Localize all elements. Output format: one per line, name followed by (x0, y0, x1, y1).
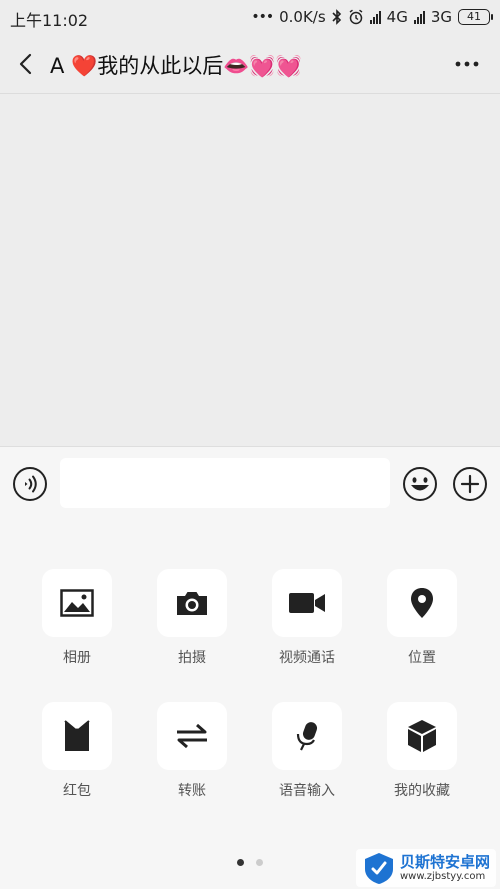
voice-input-button[interactable]: 语音输入 (257, 702, 357, 800)
tile-box (157, 702, 227, 770)
page-dot (256, 859, 263, 866)
watermark: 贝斯特安卓网 www.zjbstyy.com (355, 849, 496, 887)
input-bar (0, 446, 500, 520)
more-icon[interactable] (452, 50, 482, 78)
tile-box (272, 702, 342, 770)
tile-label: 视频通话 (279, 650, 335, 666)
chat-header: A ❤️我的从此以后👄💓💓 (0, 36, 500, 94)
plus-icon[interactable] (452, 466, 488, 502)
favorites-button[interactable]: 我的收藏 (372, 702, 472, 800)
watermark-url: www.zjbstyy.com (399, 870, 486, 882)
photo-album-button[interactable]: 相册 (27, 569, 127, 667)
tile-box (387, 569, 457, 637)
tile-label: 拍摄 (178, 650, 206, 666)
chat-title: A ❤️我的从此以后👄💓💓 (50, 54, 302, 78)
network-speed: 0.0K/s (279, 8, 326, 26)
status-icons: ••• 0.0K/s 4G 3G 41 (251, 8, 493, 26)
tile-label: 位置 (408, 650, 436, 666)
video-call-icon (289, 593, 325, 613)
tile-label: 语音输入 (279, 783, 335, 799)
tile-box (42, 569, 112, 637)
emoji-icon[interactable] (402, 466, 438, 502)
voice-toggle-icon[interactable] (12, 466, 48, 502)
favorites-icon (408, 720, 436, 752)
location-button[interactable]: 位置 (372, 569, 472, 667)
tile-label: 我的收藏 (394, 783, 450, 799)
network-type-2: 3G (430, 8, 452, 26)
signal-strength-icon (369, 10, 381, 24)
more-notifications-icon: ••• (251, 9, 274, 25)
status-bar: 上午11:02 ••• 0.0K/s 4G 3G 41 (0, 0, 500, 36)
red-packet-button[interactable]: 红包 (27, 702, 127, 800)
red-packet-icon (64, 720, 90, 751)
tile-label: 相册 (63, 650, 91, 666)
tile-box (387, 702, 457, 770)
tile-box (272, 569, 342, 637)
location-icon (411, 588, 433, 618)
page-dot-active (237, 859, 244, 866)
message-list[interactable] (0, 94, 500, 446)
photo-icon (60, 589, 94, 617)
transfer-button[interactable]: 转账 (142, 702, 242, 800)
back-icon[interactable] (12, 50, 40, 78)
signal-strength-icon (413, 10, 425, 24)
transfer-icon (177, 723, 207, 749)
tile-label: 红包 (63, 783, 91, 799)
bluetooth-icon (332, 9, 341, 25)
tile-box (157, 569, 227, 637)
camera-button[interactable]: 拍摄 (142, 569, 242, 667)
video-call-button[interactable]: 视频通话 (257, 569, 357, 667)
tile-label: 转账 (178, 783, 206, 799)
status-time: 上午11:02 (10, 11, 89, 30)
more-functions-panel: 相册 拍摄 视频通话 位置 红包 转账 语音输入 我的收藏 (0, 519, 500, 889)
camera-icon (177, 592, 207, 615)
network-type-1: 4G (386, 8, 408, 26)
alarm-icon (349, 9, 363, 25)
message-input[interactable] (60, 458, 390, 508)
microphone-icon (296, 722, 318, 751)
battery-icon: 41 (458, 9, 493, 25)
watermark-name: 贝斯特安卓网 (399, 853, 490, 872)
watermark-logo-icon (364, 853, 393, 884)
tile-box (42, 702, 112, 770)
